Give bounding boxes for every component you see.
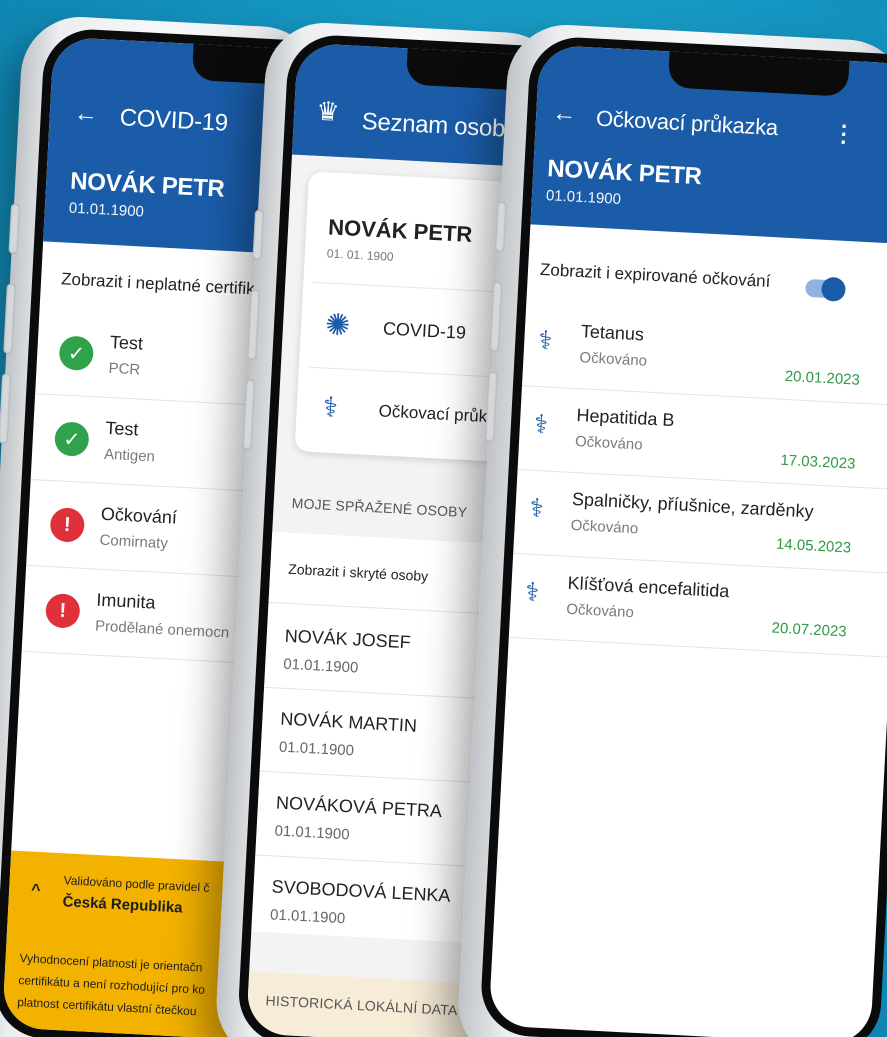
note-text: platnost certifikátu vlastní čtečkou bbox=[16, 995, 197, 1019]
side-button bbox=[8, 203, 21, 254]
section-history: HISTORICKÁ LOKÁLNÍ DATA bbox=[265, 992, 458, 1019]
chevron-up-icon[interactable]: ^ bbox=[31, 882, 41, 900]
vaccine-date: 14.05.2023 bbox=[775, 535, 852, 557]
vaccine-name: Spalničky, příušnice, zarděnky bbox=[571, 488, 815, 522]
syringe-icon: ⚕ bbox=[537, 324, 554, 356]
expired-toggle[interactable] bbox=[805, 276, 847, 302]
arrow-left-icon[interactable]: ← bbox=[552, 99, 577, 128]
person-dob: 01.01.1900 bbox=[269, 906, 346, 928]
vaccine-status: Očkováno bbox=[574, 432, 644, 454]
side-button bbox=[252, 209, 265, 260]
show-hidden-toggle-label[interactable]: Zobrazit i skryté osoby bbox=[288, 561, 429, 584]
show-invalid-toggle-label[interactable]: Zobrazit i neplatné certifik bbox=[61, 269, 255, 299]
item-title: Imunita bbox=[95, 589, 156, 613]
card-person-name: NOVÁK PETR bbox=[327, 214, 473, 247]
card-item-label: COVID-19 bbox=[382, 318, 467, 343]
warning-icon: ! bbox=[44, 592, 81, 629]
person-dob: 01.01.1900 bbox=[545, 187, 622, 209]
person-name: NOVÁK MARTIN bbox=[279, 708, 418, 736]
page-title: Seznam osob bbox=[361, 108, 506, 143]
person-name: NOVÁK JOSEF bbox=[284, 625, 412, 653]
item-subtitle: Comirnaty bbox=[99, 531, 169, 553]
phone-vaccination-card: ← Očkovací průkazka · · · NOVÁK PETR 01.01… bbox=[455, 22, 887, 1037]
person-dob: 01.01.1900 bbox=[278, 738, 355, 760]
item-title: Test bbox=[104, 417, 139, 440]
vaccine-date: 20.01.2023 bbox=[784, 367, 861, 389]
item-subtitle: PCR bbox=[108, 359, 141, 379]
card-person-dob: 01. 01. 1900 bbox=[326, 246, 394, 264]
vaccine-status: Očkováno bbox=[570, 516, 639, 538]
section-linked-people: MOJE SPŘAŽENÉ OSOBY bbox=[291, 494, 468, 521]
person-name: NOVÁK PETR bbox=[69, 167, 226, 203]
screen: ← Očkovací průkazka · · · NOVÁK PETR 01.01… bbox=[479, 35, 887, 1037]
virus-icon: ✺ bbox=[324, 308, 352, 343]
person-name: NOVÁKOVÁ PETRA bbox=[275, 792, 443, 822]
syringe-icon: ⚕ bbox=[524, 576, 541, 608]
card-item-label: Očkovací průka bbox=[378, 401, 498, 427]
validated-label: Validováno podle pravidel č bbox=[63, 873, 210, 895]
note-text: certifikátu a není rozhodující pro ko bbox=[18, 973, 206, 997]
person-dob: 01.01.1900 bbox=[282, 655, 359, 677]
show-expired-toggle-label: Zobrazit i expirované očkování bbox=[539, 259, 771, 291]
person-dob: 01.01.1900 bbox=[274, 822, 350, 844]
vaccine-name: Tetanus bbox=[580, 321, 645, 345]
person-dob: 01.01.1900 bbox=[68, 199, 145, 221]
warning-icon: ! bbox=[49, 507, 86, 543]
note-text: Vyhodnocení platnosti je orientačn bbox=[19, 951, 203, 975]
vaccine-name: Hepatitida B bbox=[575, 405, 675, 431]
page-title: COVID-19 bbox=[118, 104, 229, 137]
arrow-left-icon[interactable]: ← bbox=[73, 100, 98, 129]
person-name: NOVÁK PETR bbox=[546, 155, 703, 191]
syringe-icon: ⚕ bbox=[533, 408, 549, 440]
item-title: Test bbox=[109, 331, 144, 354]
country-label: Česká Republika bbox=[62, 893, 183, 917]
page-title: Očkovací průkazka bbox=[595, 105, 779, 141]
side-button bbox=[0, 373, 12, 444]
item-subtitle: Prodělané onemocn bbox=[94, 617, 230, 642]
item-title: Očkování bbox=[100, 503, 178, 528]
syringe-icon: ⚕ bbox=[528, 492, 545, 524]
item-subtitle: Antigen bbox=[103, 445, 156, 466]
side-button bbox=[494, 201, 507, 252]
check-icon: ✓ bbox=[53, 421, 90, 457]
czech-lion-icon: ♛ bbox=[315, 95, 341, 127]
vaccine-status: Očkováno bbox=[565, 600, 635, 622]
vaccine-date: 17.03.2023 bbox=[779, 451, 856, 473]
vaccine-date: 20.07.2023 bbox=[771, 619, 848, 641]
person-name: SVOBODOVÁ LENKA bbox=[271, 876, 452, 906]
vaccine-name: Klíšťová encefalitida bbox=[567, 572, 730, 602]
vaccine-status: Očkováno bbox=[579, 349, 648, 370]
check-icon: ✓ bbox=[58, 335, 95, 372]
side-button bbox=[3, 283, 16, 354]
syringe-icon: ⚕ bbox=[322, 391, 339, 424]
more-vert-icon[interactable]: · · · bbox=[840, 113, 849, 154]
toggle-knob bbox=[820, 276, 847, 302]
